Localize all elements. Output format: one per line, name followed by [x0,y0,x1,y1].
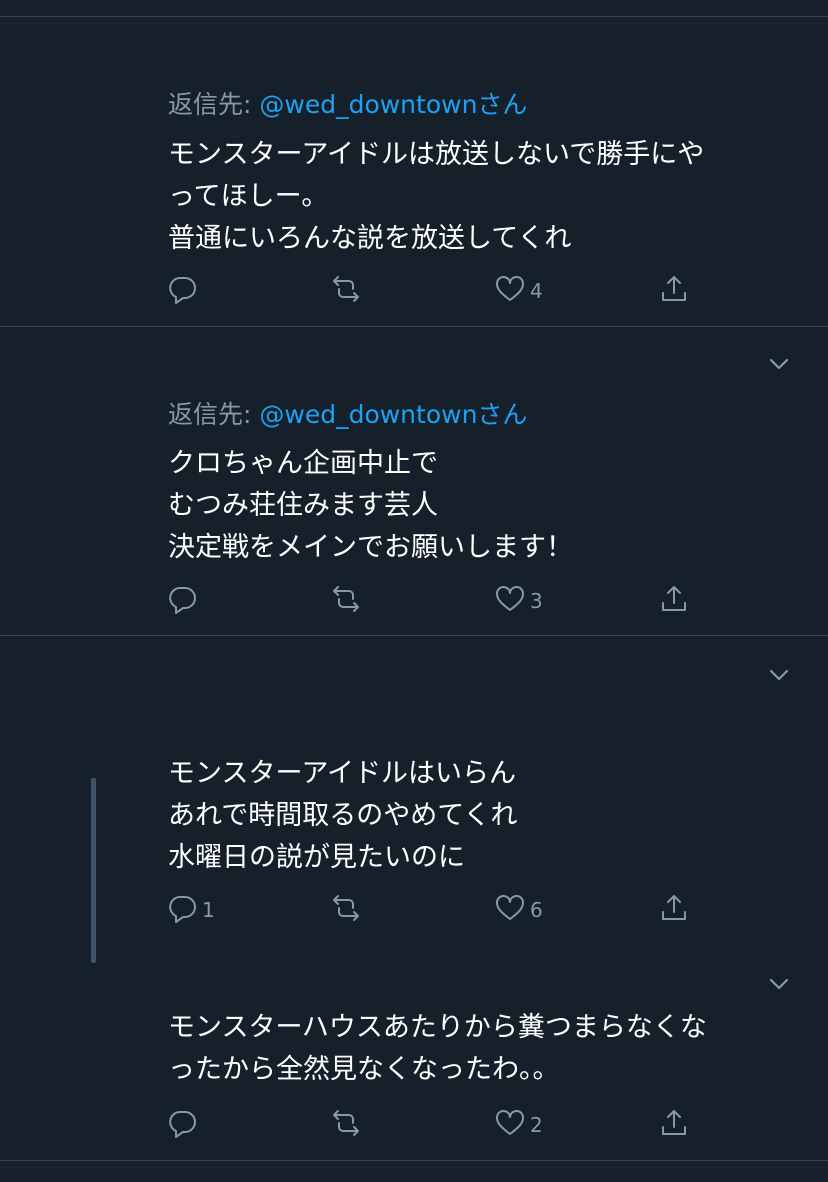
reply-icon [166,273,198,310]
tweet-text-line: あれで時間取るのやめてくれ [168,800,518,831]
tweet-text-line: ったから全然見なくなったわ。。 [168,1054,560,1085]
tweet-text-line: 決定戦をメインでお願いします！ [168,532,573,563]
reply-button[interactable]: 1 [166,890,215,930]
retweet-icon [330,892,362,929]
tweet-text-line: 水曜日の説が見たいのに [168,842,465,873]
tweet-text: モンスターアイドルは放送しないで勝手にや ってほしー。 普通にいろんな説を放送し… [168,134,704,260]
share-icon [658,892,690,929]
chevron-down-icon[interactable] [766,351,792,377]
share-button[interactable] [658,1105,690,1145]
like-button[interactable]: 4 [494,271,543,311]
like-button[interactable]: 2 [494,1105,543,1145]
tweet-text-line: ってほしー。 [168,181,329,212]
reply-prefix: 返信先: [168,90,260,119]
heart-icon [494,273,526,310]
reply-button[interactable] [166,581,202,621]
share-button[interactable] [658,581,690,621]
tweet-text-line: むつみ荘住みます芸人 [168,490,438,521]
reply-count: 1 [202,898,215,922]
retweet-button[interactable] [330,581,362,621]
retweet-button[interactable] [330,1105,362,1145]
reply-button[interactable] [166,271,202,311]
share-icon [658,273,690,310]
tweet-text: モンスターアイドルはいらん あれで時間取るのやめてくれ 水曜日の説が見たいのに [168,753,517,879]
tweet-text-line: クロちゃん企画中止で [168,448,438,479]
reply-to-label: 返信先: @wed_downtownさん [168,395,527,431]
retweet-button[interactable] [330,271,362,311]
like-count: 6 [530,898,543,922]
chevron-down-icon[interactable] [766,971,792,997]
tweet-text: モンスターハウスあたりから糞つまらなくな ったから全然見なくなったわ。。 [168,1007,707,1091]
tweet[interactable]: 返信先: @wed_downtownさん クロちゃん企画中止で むつみ荘住みます… [0,327,828,635]
like-count: 3 [530,589,543,613]
reply-handle-link[interactable]: @wed_downtownさん [259,90,527,119]
tweet[interactable]: モンスターアイドルはいらん あれで時間取るのやめてくれ 水曜日の説が見たいのに … [0,636,828,963]
tweet-text-line: モンスターアイドルはいらん [168,758,517,789]
share-icon [658,583,690,620]
tweet-actions: 3 [166,581,706,621]
chevron-down-icon[interactable] [766,662,792,688]
share-icon [658,1107,690,1144]
tweet-actions: 4 [166,271,706,311]
tweet[interactable]: モンスターハウスあたりから糞つまらなくな ったから全然見なくなったわ。。 2 [0,963,828,1160]
tweet[interactable]: 返信先: @wed_downtownさん モンスターアイドルは放送しないで勝手に… [0,17,828,326]
reply-icon [166,1107,198,1144]
tweet-text: クロちゃん企画中止で むつみ荘住みます芸人 決定戦をメインでお願いします！ [168,443,573,569]
reply-handle-link[interactable]: @wed_downtownさん [259,400,527,429]
reply-icon [166,583,198,620]
tweet-actions: 2 [166,1105,706,1145]
retweet-icon [330,273,362,310]
tweet-text-line: モンスターアイドルは放送しないで勝手にや [168,139,705,170]
like-button[interactable]: 6 [494,890,543,930]
like-count: 2 [530,1113,543,1137]
heart-icon [494,892,526,929]
tweet-text-line: 普通にいろんな説を放送してくれ [168,223,572,254]
retweet-icon [330,1107,362,1144]
retweet-icon [330,583,362,620]
reply-button[interactable] [166,1105,202,1145]
share-button[interactable] [658,890,690,930]
reply-icon [166,892,198,929]
like-count: 4 [530,279,543,303]
tweet-text-line: モンスターハウスあたりから糞つまらなくな [168,1012,707,1043]
reply-prefix: 返信先: [168,400,260,429]
reply-to-label: 返信先: @wed_downtownさん [168,85,527,121]
tweet-actions: 1 6 [166,890,706,930]
like-button[interactable]: 3 [494,581,543,621]
heart-icon [494,583,526,620]
retweet-button[interactable] [330,890,362,930]
divider [0,1160,828,1161]
heart-icon [494,1107,526,1144]
share-button[interactable] [658,271,690,311]
